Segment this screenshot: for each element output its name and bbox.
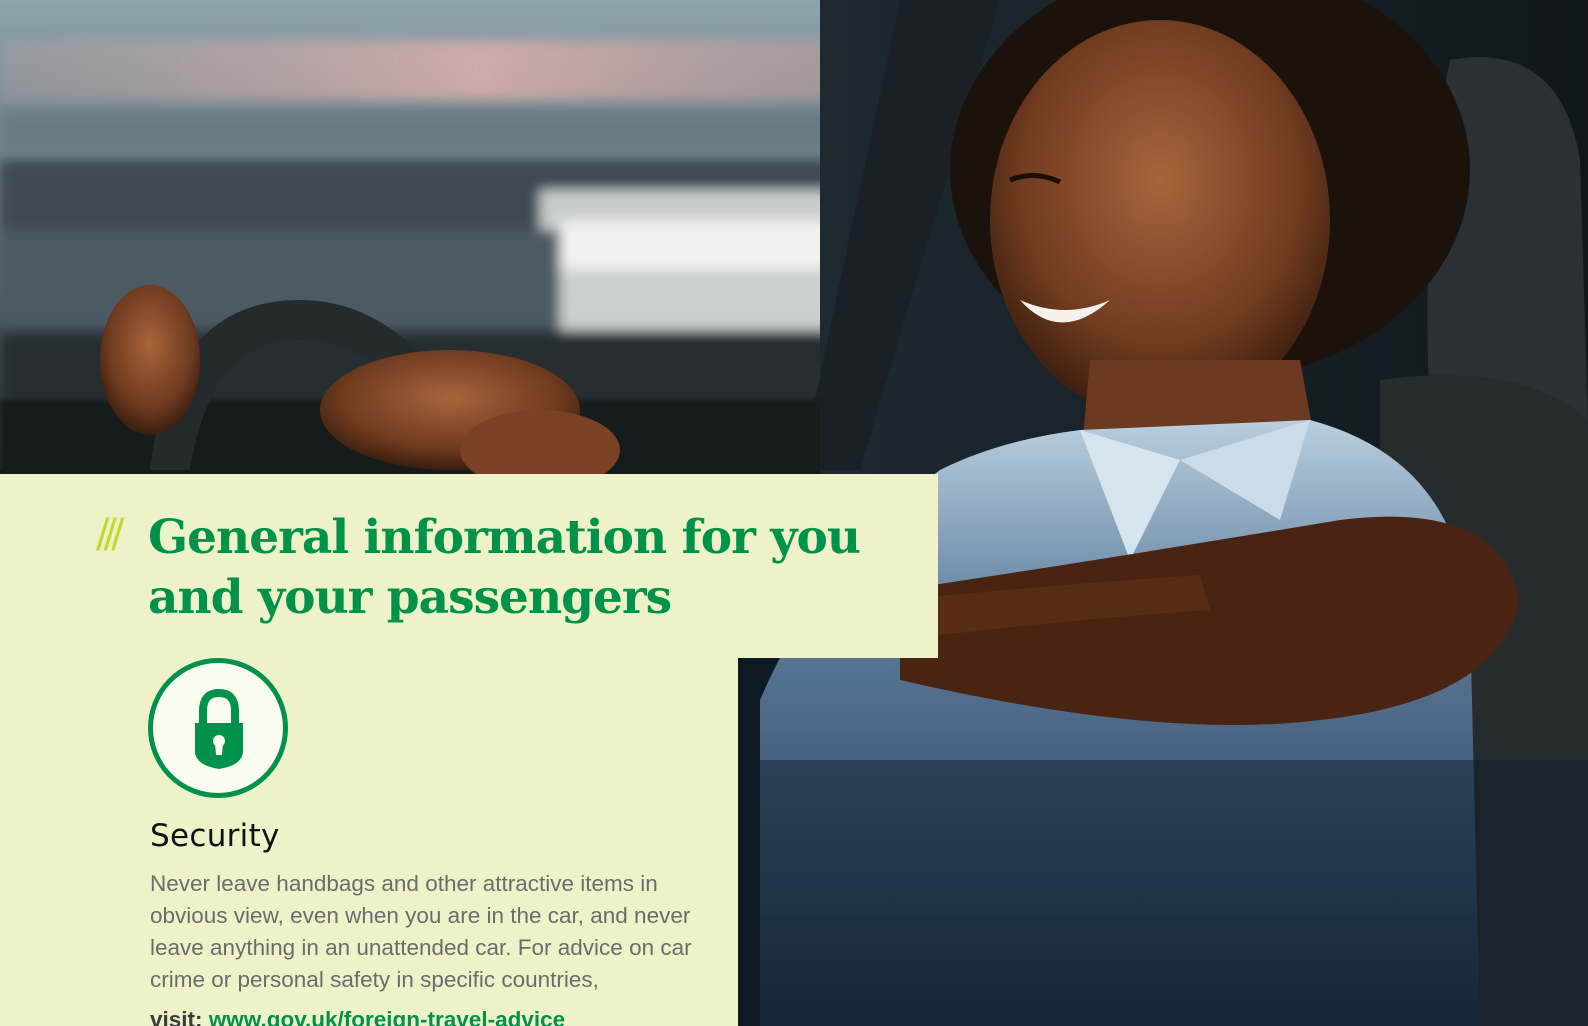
security-body: Never leave handbags and other attractiv… — [150, 871, 692, 992]
page-title: General information for you and your pas… — [148, 510, 861, 625]
visit-label: visit: — [150, 1007, 209, 1026]
heading-prefix: /// — [96, 511, 125, 557]
security-title: Security — [150, 818, 280, 854]
visit-line: visit: www.gov.uk/foreign-travel-advice — [150, 1004, 565, 1026]
travel-advice-link[interactable]: www.gov.uk/foreign-travel-advice — [209, 1007, 565, 1026]
padlock-icon — [148, 658, 288, 798]
